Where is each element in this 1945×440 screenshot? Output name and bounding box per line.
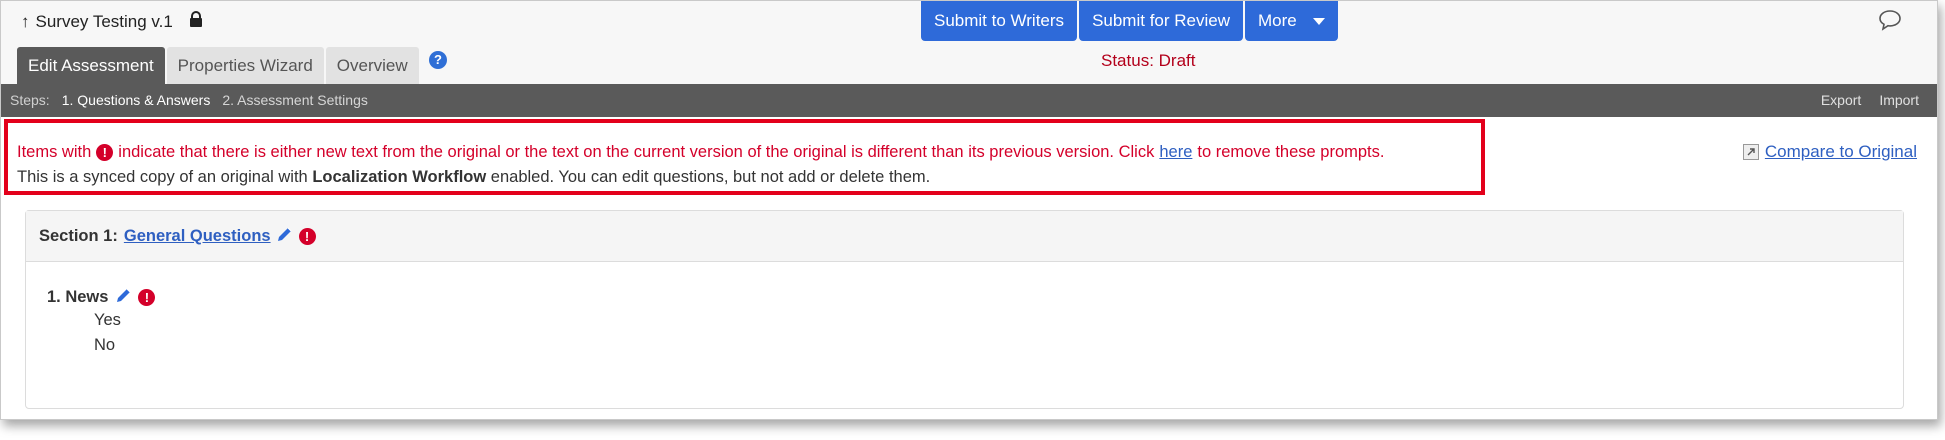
header: ↑ Survey Testing v.1 Edit Assessment Pro… [1, 1, 1937, 84]
question-title: 1. News ! [47, 286, 160, 309]
notice-line-1: Items with ! indicate that there is eith… [17, 143, 1384, 162]
tab-edit-assessment[interactable]: Edit Assessment [17, 47, 165, 84]
steps-nav: Steps: 1. Questions & Answers 2. Assessm… [10, 92, 368, 108]
app-window: ↑ Survey Testing v.1 Edit Assessment Pro… [0, 0, 1938, 420]
more-button[interactable]: More [1245, 1, 1338, 41]
title-text: Survey Testing v.1 [35, 12, 173, 31]
import-link[interactable]: Import [1879, 92, 1919, 108]
notice2-prefix: This is a synced copy of an original wit… [17, 168, 308, 186]
question-label: 1. News [47, 288, 109, 306]
lock-icon [189, 11, 203, 33]
alert-icon: ! [298, 227, 316, 245]
section-card: Section 1: General Questions ! 1. News !… [25, 210, 1904, 409]
localization-workflow-label: Localization Workflow [312, 168, 487, 186]
remove-prompts-link[interactable]: here [1159, 143, 1192, 162]
up-arrow-icon[interactable]: ↑ [21, 12, 30, 32]
answer-option: Yes [94, 311, 121, 329]
caret-down-icon [1312, 17, 1325, 25]
pencil-icon[interactable] [276, 225, 294, 248]
compare-label: Compare to Original [1764, 142, 1917, 161]
page-title: ↑ Survey Testing v.1 [21, 11, 203, 33]
tab-properties-wizard[interactable]: Properties Wizard [166, 47, 324, 84]
alert-icon: ! [96, 144, 114, 161]
step-assessment-settings[interactable]: 2. Assessment Settings [222, 92, 368, 108]
pencil-icon[interactable] [115, 286, 133, 309]
export-link[interactable]: Export [1821, 92, 1861, 108]
notice-line-2: This is a synced copy of an original wit… [17, 168, 930, 187]
action-buttons: Submit to Writers Submit for Review More [921, 1, 1338, 41]
sync-notice-box: Items with ! indicate that there is eith… [4, 119, 1485, 195]
section-header: Section 1: General Questions ! [26, 211, 1903, 262]
status-text: Status: Draft [1101, 51, 1196, 70]
notice-middle: indicate that there is either new text f… [118, 143, 1155, 161]
step-questions-answers[interactable]: 1. Questions & Answers [62, 92, 211, 108]
help-icon[interactable]: ? [429, 51, 447, 69]
alert-icon: ! [138, 289, 156, 306]
tab-overview[interactable]: Overview [325, 47, 419, 84]
steps-label: Steps: [10, 92, 50, 108]
compare-to-original-link[interactable]: Compare to Original [1742, 142, 1917, 162]
notice-prefix: Items with [17, 143, 92, 161]
chat-icon[interactable] [1878, 9, 1902, 36]
notice-suffix: to remove these prompts. [1197, 143, 1385, 161]
external-link-icon [1742, 144, 1759, 160]
steps-actions: Export Import [1821, 92, 1919, 108]
steps-bar: Steps: 1. Questions & Answers 2. Assessm… [1, 84, 1937, 117]
section-prefix: Section 1: [39, 226, 118, 245]
submit-for-review-button[interactable]: Submit for Review [1079, 1, 1243, 41]
more-label: More [1258, 11, 1297, 30]
tab-bar: Edit Assessment Properties Wizard Overvi… [17, 47, 419, 84]
answer-option: No [94, 336, 116, 354]
submit-to-writers-button[interactable]: Submit to Writers [921, 1, 1078, 41]
notice2-suffix: enabled. You can edit questions, but not… [490, 168, 931, 186]
section-name-link[interactable]: General Questions [124, 227, 271, 246]
